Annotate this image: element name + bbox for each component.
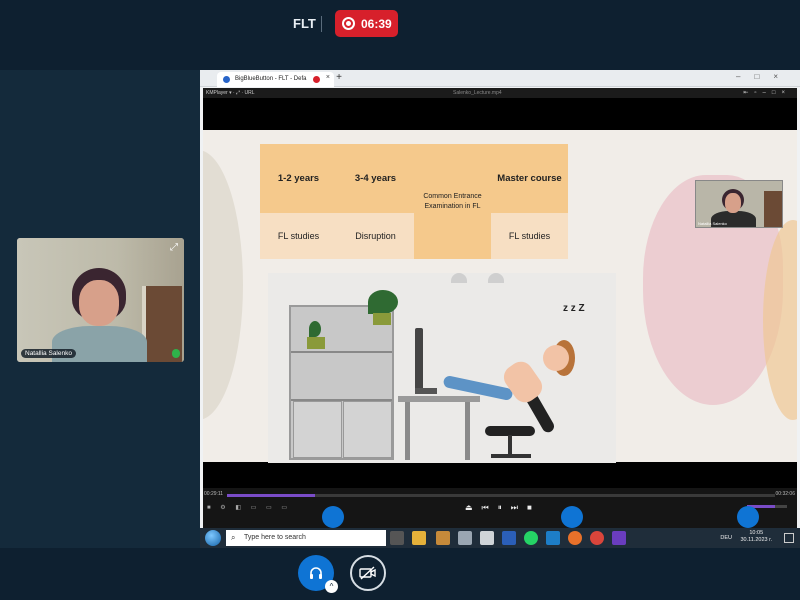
notifications-icon[interactable]: [784, 533, 794, 543]
bottom-bar: [0, 548, 800, 600]
plant-leaf: [309, 321, 321, 337]
plant-pot: [307, 337, 325, 349]
monitor: [415, 328, 423, 390]
cabinet-door: [343, 401, 392, 458]
cabinet-door: [293, 401, 342, 458]
ceiling-lamp-icon: [488, 273, 504, 283]
presenter-camera-door: [764, 191, 782, 227]
player-file-name: Salenko_Lecture.mp4: [453, 90, 502, 96]
seek-bar[interactable]: [227, 494, 775, 497]
app-icon[interactable]: [436, 531, 450, 545]
keyboard-language[interactable]: DEU: [720, 535, 732, 541]
presenter-face: [725, 193, 741, 213]
webcam-person-face: [79, 280, 119, 326]
table-header: 3-4 years: [337, 144, 414, 213]
table-header: Common Entrance Examination in FL: [414, 144, 491, 259]
table-cell: Disruption: [337, 213, 414, 259]
app-icon[interactable]: [546, 531, 560, 545]
table-header: 1-2 years: [260, 144, 337, 213]
tab-recording-icon: [313, 76, 320, 83]
recording-button[interactable]: 06:39: [335, 10, 398, 37]
record-icon: [342, 17, 355, 30]
presenter-label: Natallia Salenko: [698, 221, 727, 226]
monitor-stand: [415, 388, 437, 394]
chevron-up-icon[interactable]: ^: [325, 580, 338, 593]
hidden-control-button[interactable]: [322, 506, 344, 528]
player-left-controls[interactable]: ■ ⚙ ◧ ▭ ▭ ▭: [207, 504, 291, 511]
table-cell: FL studies: [260, 213, 337, 259]
app-icon[interactable]: [480, 531, 494, 545]
presenter-camera-overlay: Natallia Salenko: [695, 180, 783, 228]
bookshelf: [289, 305, 394, 460]
sleeping-person-head: [543, 345, 569, 371]
fullscreen-icon[interactable]: ⤢: [168, 242, 180, 254]
player-app-name[interactable]: KMPlayer ▾ · ⤢ · URL: [206, 90, 255, 96]
window-controls[interactable]: –□×: [736, 72, 792, 81]
chrome-icon[interactable]: [590, 531, 604, 545]
task-view-icon[interactable]: [390, 531, 404, 545]
search-icon: ⌕: [231, 533, 236, 542]
camera-off-icon: [359, 566, 376, 580]
decor-blob-left: [203, 150, 243, 420]
kmplayer-icon[interactable]: [612, 531, 626, 545]
word-icon[interactable]: [502, 531, 516, 545]
file-explorer-icon[interactable]: [412, 531, 426, 545]
hidden-control-button[interactable]: [561, 506, 583, 528]
firefox-icon[interactable]: [568, 531, 582, 545]
seek-progress: [227, 494, 315, 497]
media-player: KMPlayer ▾ · ⤢ · URL Salenko_Lecture.mp4…: [203, 88, 797, 528]
start-button[interactable]: [205, 530, 221, 546]
headphones-icon: [310, 567, 322, 579]
tab-close-icon[interactable]: ×: [326, 74, 330, 81]
player-title-bar: KMPlayer ▾ · ⤢ · URL Salenko_Lecture.mp4…: [203, 88, 797, 98]
desk-leg: [405, 402, 410, 460]
whatsapp-icon[interactable]: [524, 531, 538, 545]
bigbluebutton-favicon-icon: [223, 76, 230, 83]
browser-tab[interactable]: BigBlueButton - FLT - Defa ×: [217, 72, 334, 87]
clock-time: 10:05: [749, 530, 764, 536]
camera-toggle-button[interactable]: [350, 555, 386, 591]
hanging-plant: [368, 290, 398, 314]
table-cell: FL studies: [491, 213, 568, 259]
chair-base: [491, 454, 531, 458]
top-bar: FLT 06:39: [0, 0, 800, 70]
time-total: 00:32:06: [775, 491, 795, 497]
clock[interactable]: 10:05 30.11.2023 г.: [740, 530, 772, 544]
audio-button[interactable]: ^: [298, 555, 338, 593]
browser-tab-title: BigBlueButton - FLT - Defa: [235, 76, 307, 82]
app-icon[interactable]: [458, 531, 472, 545]
screen-share: BigBlueButton - FLT - Defa × + –□× KMPla…: [200, 70, 800, 548]
ceiling-lamp-icon: [451, 273, 467, 283]
player-controls: 00:29:11 00:32:06 ■ ⚙ ◧ ▭ ▭ ▭ ⏏⏮⏸⏭■: [203, 488, 797, 528]
table-header: Master course: [491, 144, 568, 213]
microphone-icon: [172, 349, 180, 358]
hanging-plant-pot: [373, 313, 391, 325]
education-table: 1-2 years 3-4 years Common Entrance Exam…: [260, 144, 568, 259]
header-divider: [321, 16, 322, 32]
sleep-zzz: z z Z: [563, 303, 585, 314]
playback-controls[interactable]: ⏏⏮⏸⏭■: [465, 503, 541, 513]
browser-tab-bar: BigBlueButton - FLT - Defa × + –□×: [200, 70, 800, 87]
time-elapsed: 00:29:11: [204, 491, 224, 497]
desk-leg: [465, 402, 470, 460]
search-placeholder: Type here to search: [244, 534, 306, 541]
new-tab-button[interactable]: +: [333, 72, 345, 84]
player-window-controls[interactable]: ⇤▫–□×: [743, 89, 791, 96]
webcam-tile[interactable]: ⤢ Natallia Salenko: [17, 238, 184, 362]
clock-date: 30.11.2023 г.: [740, 537, 772, 543]
taskbar-search-input[interactable]: ⌕ Type here to search: [226, 530, 386, 546]
participant-name[interactable]: Natallia Salenko: [21, 349, 76, 358]
hidden-control-button[interactable]: [737, 506, 759, 528]
shelf-board: [291, 351, 392, 353]
windows-taskbar: ⌕ Type here to search DEU 10:05 30.11.20…: [200, 528, 800, 548]
recording-time: 06:39: [361, 16, 392, 31]
meeting-title: FLT: [293, 16, 316, 31]
